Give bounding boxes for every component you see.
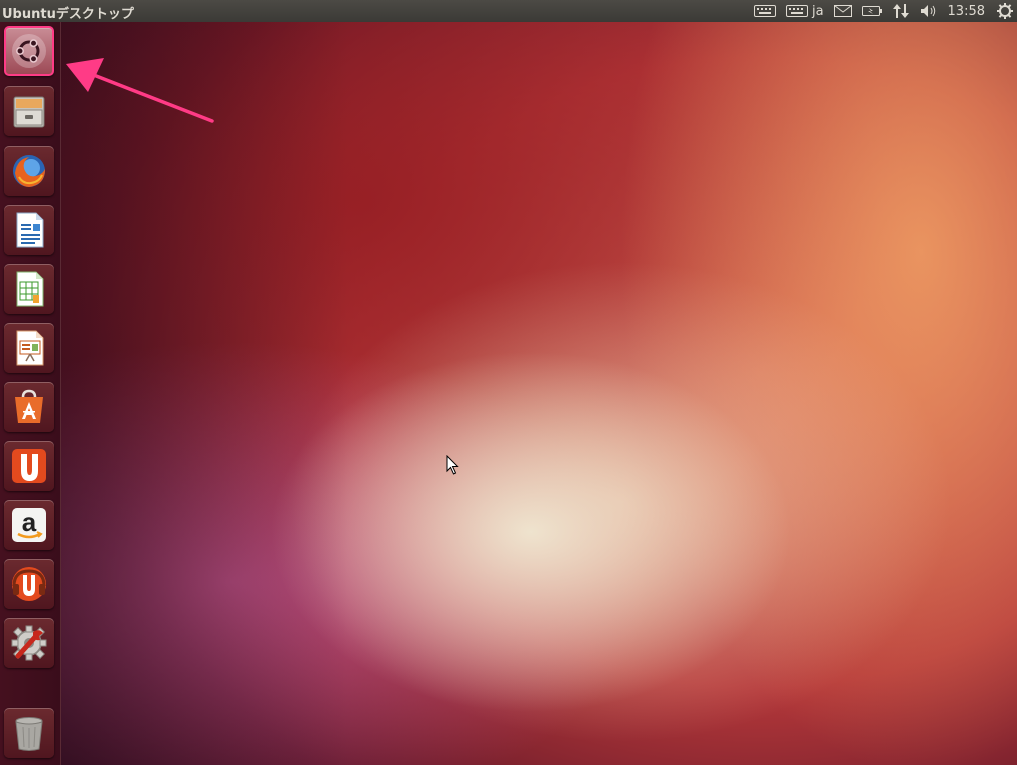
software-center-icon [15, 389, 43, 423]
indicator-area: ja 13:58 [753, 0, 1017, 22]
keyboard-icon [753, 5, 776, 17]
battery-icon [861, 6, 882, 16]
desktop-wallpaper[interactable] [61, 22, 1017, 765]
launcher-item-trash[interactable] [4, 708, 54, 758]
launcher: a [0, 22, 61, 765]
launcher-item-writer[interactable] [4, 205, 54, 255]
amazon-logo-text: a [22, 507, 37, 537]
firefox-icon [13, 155, 45, 187]
launcher-item-ubuntu-one[interactable] [4, 441, 54, 491]
language-label: ja [811, 3, 824, 19]
network-icon [892, 4, 909, 18]
libreoffice-calc-icon [16, 271, 44, 307]
trash-icon [15, 717, 43, 751]
launcher-item-calc[interactable] [4, 264, 54, 314]
power-gear-icon [997, 3, 1013, 19]
ubuntu-one-music-icon [12, 567, 46, 601]
battery-indicator[interactable] [861, 0, 882, 22]
window-title: Ubuntuデスクトップ [2, 7, 134, 22]
ubuntu-one-icon [12, 449, 46, 483]
top-panel: Ubuntuデスクトップ ja 13:58 [0, 0, 1017, 22]
mail-icon [833, 5, 852, 17]
session-indicator[interactable] [997, 0, 1013, 22]
keyboard-indicator[interactable] [753, 0, 776, 22]
clock-label: 13:58 [947, 3, 985, 19]
keyboard-layout-indicator[interactable] [785, 0, 808, 22]
system-settings-icon [11, 625, 47, 661]
volume-icon [920, 5, 935, 17]
amazon-icon: a [12, 507, 46, 542]
libreoffice-impress-icon [16, 330, 44, 366]
mouse-pointer-icon [446, 455, 459, 475]
network-indicator[interactable] [892, 0, 910, 22]
keyboard-layout-icon [785, 5, 808, 17]
launcher-item-amazon[interactable]: a [4, 500, 54, 550]
launcher-item-software-center[interactable] [4, 382, 54, 432]
launcher-item-system-settings[interactable] [4, 618, 54, 668]
language-indicator[interactable]: ja [812, 0, 824, 22]
libreoffice-writer-icon [16, 212, 44, 248]
launcher-item-firefox[interactable] [4, 146, 54, 196]
launcher-item-impress[interactable] [4, 323, 54, 373]
clock-indicator[interactable]: 13:58 [948, 0, 985, 22]
launcher-item-ubuntu-one-music[interactable] [4, 559, 54, 609]
messaging-indicator[interactable] [833, 0, 852, 22]
sound-indicator[interactable] [920, 0, 938, 22]
